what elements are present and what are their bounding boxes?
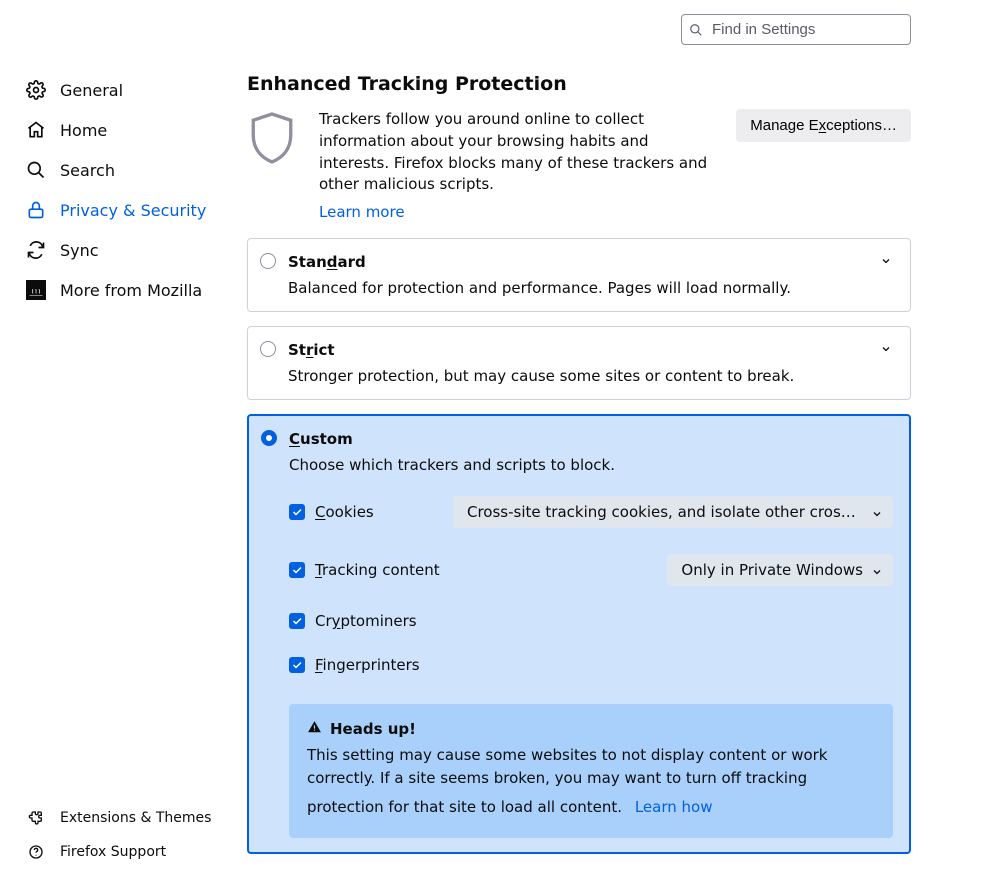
custom-option-cookies: Cookies Cross-site tracking cookies, and… [289,496,893,528]
crypto-label: Cryptominers [315,612,417,630]
mozilla-icon: m [26,280,46,300]
standard-title: Standard [288,253,894,271]
chevron-down-icon[interactable] [880,253,892,265]
custom-desc: Choose which trackers and scripts to blo… [289,456,893,474]
checkbox-cryptominers[interactable] [289,613,305,629]
custom-option-cryptominers: Cryptominers [289,612,893,630]
chevron-down-icon [871,506,883,518]
heads-up-notice: Heads up! This setting may cause some we… [289,704,893,838]
sidebar-item-sync[interactable]: Sync [0,230,230,270]
custom-option-fingerprinters: Fingerprinters [289,656,893,674]
sidebar-item-label: Sync [60,241,99,260]
help-icon [26,842,46,862]
custom-option-tracking: Tracking content Only in Private Windows [289,554,893,586]
sidebar-item-label: Search [60,161,115,180]
search-container [681,14,911,45]
custom-title: Custom [289,430,893,448]
shield-icon [247,109,297,169]
checkbox-cookies[interactable] [289,504,305,520]
sidebar: General Home Search Privacy & Security S… [0,0,230,879]
chevron-down-icon [871,564,883,576]
intro-text: Trackers follow you around online to col… [319,110,707,193]
finger-label: Fingerprinters [315,656,420,674]
intro-text-block: Trackers follow you around online to col… [319,109,714,224]
notice-title: Heads up! [307,720,875,738]
search-icon [26,160,46,180]
standard-desc: Balanced for protection and performance.… [288,279,894,297]
radio-standard[interactable] [260,253,276,269]
section-title: Enhanced Tracking Protection [247,73,911,95]
manage-exceptions-button[interactable]: Manage Exceptions… [736,109,911,142]
protection-option-strict[interactable]: Strict Stronger protection, but may caus… [247,326,911,400]
notice-body: This setting may cause some websites to … [307,744,875,820]
radio-custom[interactable] [261,430,277,446]
sidebar-item-firefox-support[interactable]: Firefox Support [0,835,230,869]
cookies-select[interactable]: Cross-site tracking cookies, and isolate… [453,496,893,528]
sidebar-item-label: Privacy & Security [60,201,206,220]
sidebar-item-home[interactable]: Home [0,110,230,150]
gear-icon [26,80,46,100]
tracking-label: Tracking content [315,561,440,579]
sidebar-item-label: More from Mozilla [60,281,202,300]
main-content: Enhanced Tracking Protection Trackers fo… [230,0,987,879]
learn-more-link[interactable]: Learn more [319,202,405,224]
sidebar-item-label: Home [60,121,107,140]
sidebar-item-general[interactable]: General [0,70,230,110]
protection-option-custom[interactable]: Custom Choose which trackers and scripts… [247,414,911,854]
puzzle-icon [26,808,46,828]
lock-icon [26,200,46,220]
protection-option-standard[interactable]: Standard Balanced for protection and per… [247,238,911,312]
search-icon [689,23,703,37]
checkbox-fingerprinters[interactable] [289,657,305,673]
cookies-label: Cookies [315,503,374,521]
strict-desc: Stronger protection, but may cause some … [288,367,894,385]
search-input[interactable] [681,14,911,45]
sidebar-item-search[interactable]: Search [0,150,230,190]
sidebar-item-privacy-security[interactable]: Privacy & Security [0,190,230,230]
home-icon [26,120,46,140]
sidebar-item-label: Extensions & Themes [60,810,211,826]
radio-strict[interactable] [260,341,276,357]
strict-title: Strict [288,341,894,359]
tracking-select[interactable]: Only in Private Windows [667,554,893,586]
learn-how-link[interactable]: Learn how [635,796,713,819]
sidebar-item-more-from-mozilla[interactable]: m More from Mozilla [0,270,230,310]
sync-icon [26,240,46,260]
intro-row: Trackers follow you around online to col… [247,109,911,224]
warning-icon [307,720,322,738]
sidebar-item-label: General [60,81,123,100]
chevron-down-icon[interactable] [880,341,892,353]
checkbox-tracking[interactable] [289,562,305,578]
sidebar-item-label: Firefox Support [60,844,166,860]
sidebar-item-extensions-themes[interactable]: Extensions & Themes [0,801,230,835]
